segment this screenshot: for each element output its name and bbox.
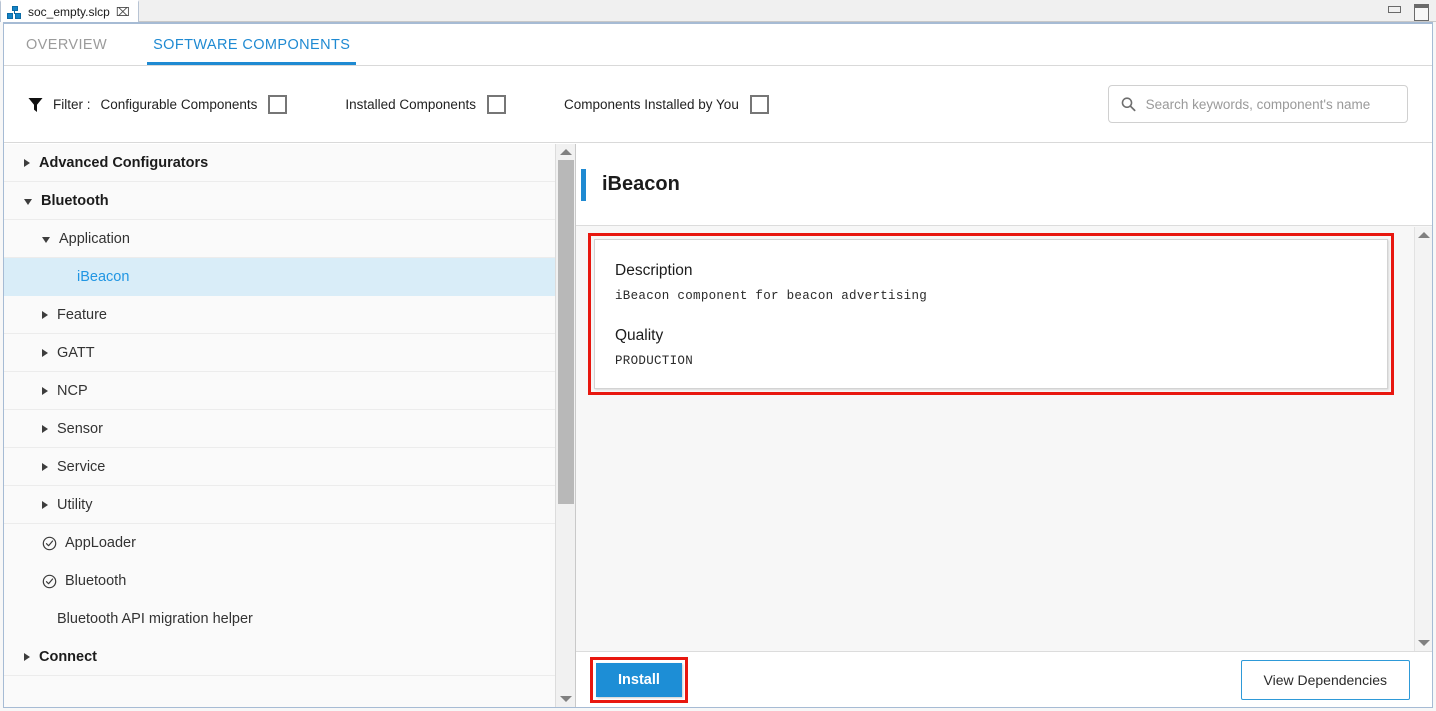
- tree-item-bluetooth[interactable]: Bluetooth: [4, 182, 555, 220]
- tree-item-label: Service: [57, 458, 106, 475]
- tree-scrollbar[interactable]: [555, 144, 575, 707]
- component-tree-pane: Advanced Configurators Bluetooth Applicati…: [4, 144, 576, 707]
- window-body: OVERVIEW SOFTWARE COMPONENTS Filter : Co…: [3, 22, 1433, 708]
- tree-item-ibeacon[interactable]: iBeacon: [4, 258, 555, 296]
- close-icon[interactable]: ⌧: [116, 6, 130, 18]
- tree-item-advanced-configurators[interactable]: Advanced Configurators: [4, 144, 555, 182]
- filter-bar: Filter : Configurable Components Install…: [4, 67, 1432, 143]
- tree-item-utility[interactable]: Utility: [4, 486, 555, 524]
- tree-item-gatt[interactable]: GATT: [4, 334, 555, 372]
- filter-checkbox-installed-by-you[interactable]: [749, 95, 769, 114]
- tree-item-sensor[interactable]: Sensor: [4, 410, 555, 448]
- chevron-down-icon[interactable]: [42, 236, 50, 243]
- tree-item-label: GATT: [57, 344, 95, 361]
- editor-tab-strip: soc_empty.slcp ⌧: [0, 0, 139, 22]
- tree-item-apploader[interactable]: AppLoader: [4, 524, 555, 562]
- minimize-icon[interactable]: [1386, 2, 1401, 17]
- software-components-window: soc_empty.slcp ⌧ OVERVIEW SOFTWARE COMPO…: [0, 0, 1436, 711]
- chevron-right-icon[interactable]: [42, 500, 48, 509]
- split-container: Advanced Configurators Bluetooth Applicati…: [4, 144, 1432, 707]
- tab-software-components-label: SOFTWARE COMPONENTS: [153, 37, 351, 53]
- chevron-right-icon[interactable]: [42, 462, 48, 471]
- detail-scroll-up-icon[interactable]: [1415, 227, 1432, 243]
- tree-item-label: iBeacon: [77, 269, 130, 285]
- detail-header: iBeacon: [576, 144, 1432, 226]
- tree-item-service[interactable]: Service: [4, 448, 555, 486]
- filter-option-installed[interactable]: Installed Components: [345, 95, 506, 114]
- tree-item-label: Bluetooth: [41, 192, 109, 209]
- title-bar: soc_empty.slcp ⌧: [0, 0, 1436, 22]
- component-tree: Advanced Configurators Bluetooth Applicati…: [4, 144, 555, 676]
- quality-heading: Quality: [615, 327, 664, 344]
- scroll-down-icon[interactable]: [556, 691, 575, 707]
- tree-item-label: Connect: [39, 648, 97, 665]
- tree-item-feature[interactable]: Feature: [4, 296, 555, 334]
- view-dependencies-button[interactable]: View Dependencies: [1240, 659, 1410, 700]
- description-heading: Description: [615, 262, 693, 279]
- tree-item-label: Feature: [57, 306, 107, 323]
- tab-software-components[interactable]: SOFTWARE COMPONENTS: [147, 37, 357, 65]
- filter-label: Filter :: [53, 97, 91, 112]
- tree-item-label: Bluetooth: [65, 573, 127, 589]
- filter-option-installed-by-you-label: Components Installed by You: [563, 97, 739, 112]
- funnel-icon: [28, 97, 43, 112]
- search-box[interactable]: [1108, 85, 1408, 123]
- tree-item-label: Application: [59, 230, 130, 247]
- tree-item-label: AppLoader: [65, 535, 136, 551]
- view-tab-bar: OVERVIEW SOFTWARE COMPONENTS: [4, 24, 1432, 66]
- chevron-right-icon[interactable]: [42, 386, 48, 395]
- window-controls: [1386, 2, 1429, 21]
- install-button[interactable]: Install: [596, 662, 682, 697]
- tree-item-label: Sensor: [57, 420, 103, 437]
- chevron-right-icon[interactable]: [42, 310, 48, 319]
- editor-tab-label: soc_empty.slcp: [28, 5, 110, 19]
- chevron-right-icon[interactable]: [24, 158, 30, 167]
- filter-option-installed-by-you[interactable]: Components Installed by You: [564, 95, 769, 114]
- chevron-right-icon[interactable]: [42, 348, 48, 357]
- filter-option-installed-label: Installed Components: [345, 97, 476, 112]
- filter-checkbox-configurable[interactable]: [268, 95, 288, 114]
- search-icon: [1121, 97, 1136, 112]
- tab-overview[interactable]: OVERVIEW: [20, 37, 113, 65]
- highlight-outline-install: Install: [590, 656, 688, 703]
- chevron-down-icon[interactable]: [24, 198, 32, 205]
- tree-item-label: Bluetooth API migration helper: [57, 611, 253, 627]
- chevron-right-icon[interactable]: [42, 424, 48, 433]
- scroll-up-icon[interactable]: [556, 144, 575, 160]
- page-title: iBeacon: [602, 173, 680, 195]
- filter-checkbox-installed[interactable]: [486, 95, 506, 114]
- filter-option-configurable[interactable]: Configurable Components: [101, 95, 288, 114]
- check-circle-icon: [42, 574, 57, 588]
- description-text: iBeacon component for beacon advertising: [615, 289, 928, 303]
- check-circle-icon: [42, 536, 57, 550]
- tree-item-connect[interactable]: Connect: [4, 638, 555, 676]
- chevron-right-icon[interactable]: [24, 652, 30, 661]
- detail-scroll-area: Description iBeacon component for beacon…: [576, 227, 1432, 651]
- component-detail-pane: iBeacon Description iBeacon component fo…: [576, 144, 1432, 707]
- filter-option-configurable-label: Configurable Components: [100, 97, 258, 112]
- tree-item-label: NCP: [57, 382, 88, 399]
- detail-scroll-down-icon[interactable]: [1415, 635, 1432, 651]
- project-hierarchy-icon: [7, 5, 22, 19]
- highlight-outline-info-card: Description iBeacon component for beacon…: [588, 233, 1394, 395]
- detail-scrollbar[interactable]: [1414, 227, 1432, 651]
- tree-item-bluetooth-api-migration-helper[interactable]: Bluetooth API migration helper: [4, 600, 555, 638]
- tree-item-bluetooth[interactable]: Bluetooth: [4, 562, 555, 600]
- accent-bar: [581, 168, 586, 201]
- search-input[interactable]: [1145, 96, 1395, 112]
- component-info-card: Description iBeacon component for beacon…: [594, 239, 1388, 389]
- tree-scrollbar-thumb[interactable]: [558, 160, 574, 504]
- tree-item-label: Advanced Configurators: [39, 154, 209, 171]
- quality-text: PRODUCTION: [615, 354, 694, 368]
- detail-footer: Install View Dependencies: [576, 651, 1432, 707]
- tree-item-label: Utility: [57, 496, 93, 513]
- maximize-icon[interactable]: [1413, 2, 1429, 21]
- editor-tab-soc-empty[interactable]: soc_empty.slcp ⌧: [0, 0, 139, 22]
- tree-item-ncp[interactable]: NCP: [4, 372, 555, 410]
- tree-item-application[interactable]: Application: [4, 220, 555, 258]
- tab-overview-label: OVERVIEW: [26, 37, 108, 53]
